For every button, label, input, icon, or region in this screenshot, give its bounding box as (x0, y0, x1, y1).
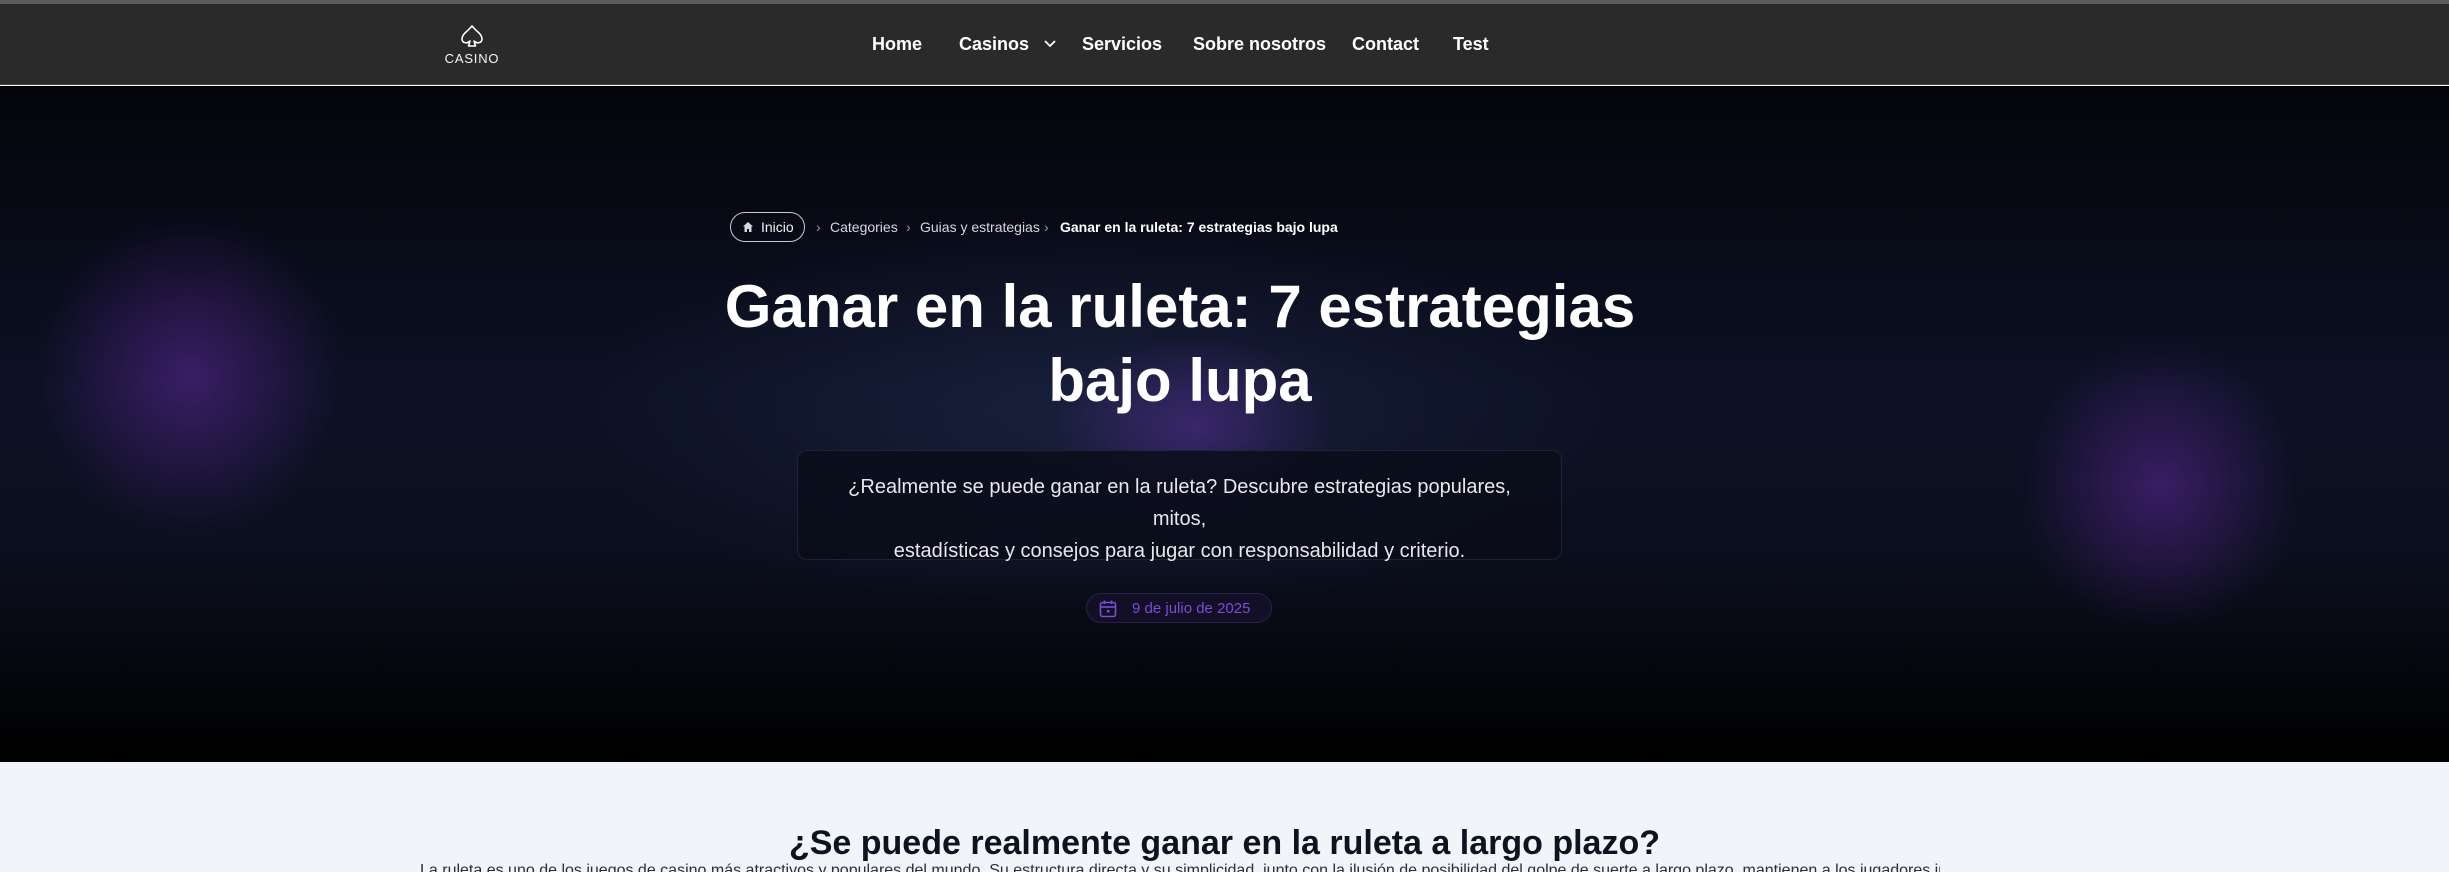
excerpt-line-2: estadísticas y consejos para jugar con r… (893, 540, 1466, 562)
breadcrumb-separator: › (1044, 219, 1049, 235)
page-title: Ganar en la ruleta: 7 estrategias bajo l… (620, 270, 1740, 418)
breadcrumb-guias[interactable]: Guias y estrategias (920, 219, 1040, 235)
breadcrumb-categories[interactable]: Categories (830, 219, 898, 235)
main-nav: Home Casinos Servicios Sobre nosotros Co… (0, 34, 2449, 64)
section-heading: ¿Se puede realmente ganar en la ruleta a… (788, 824, 1661, 862)
breadcrumb-home-label: Inicio (761, 219, 794, 235)
paragraph-text: La ruleta es uno de los juegos de casino… (420, 862, 1940, 872)
article-excerpt: ¿Realmente se puede ganar en la ruleta? … (797, 450, 1562, 562)
article-content: ¿Se puede realmente ganar en la ruleta a… (0, 762, 2449, 872)
nav-sobre-nosotros[interactable]: Sobre nosotros (1193, 34, 1326, 55)
nav-servicios[interactable]: Servicios (1082, 34, 1162, 55)
navbar: CASINO Home Casinos Servicios Sobre noso… (0, 4, 2449, 85)
nav-contact[interactable]: Contact (1352, 34, 1419, 55)
chevron-down-icon (1044, 40, 1056, 48)
home-icon (743, 222, 753, 232)
breadcrumb-separator: › (816, 219, 821, 235)
hero-section: Inicio › Categories › Guias y estrategia… (0, 86, 2449, 762)
breadcrumb-separator: › (906, 219, 911, 235)
publish-date: 9 de julio de 2025 (1086, 593, 1272, 623)
breadcrumb-home[interactable]: Inicio (730, 212, 805, 242)
nav-test[interactable]: Test (1453, 34, 1489, 55)
nav-casinos-label: Casinos (959, 34, 1030, 54)
publish-date-text: 9 de julio de 2025 (1132, 600, 1251, 617)
excerpt-line-1: ¿Realmente se puede ganar en la ruleta? … (848, 476, 1511, 530)
calendar-icon (1099, 600, 1117, 618)
nav-home[interactable]: Home (872, 34, 922, 55)
nav-casinos[interactable]: Casinos (959, 34, 1056, 55)
page-title-line-2: bajo lupa (1048, 347, 1312, 414)
page-title-line-1: Ganar en la ruleta: 7 estrategias (724, 273, 1636, 340)
breadcrumb-current: Ganar en la ruleta: 7 estrategias bajo l… (1060, 219, 1338, 235)
